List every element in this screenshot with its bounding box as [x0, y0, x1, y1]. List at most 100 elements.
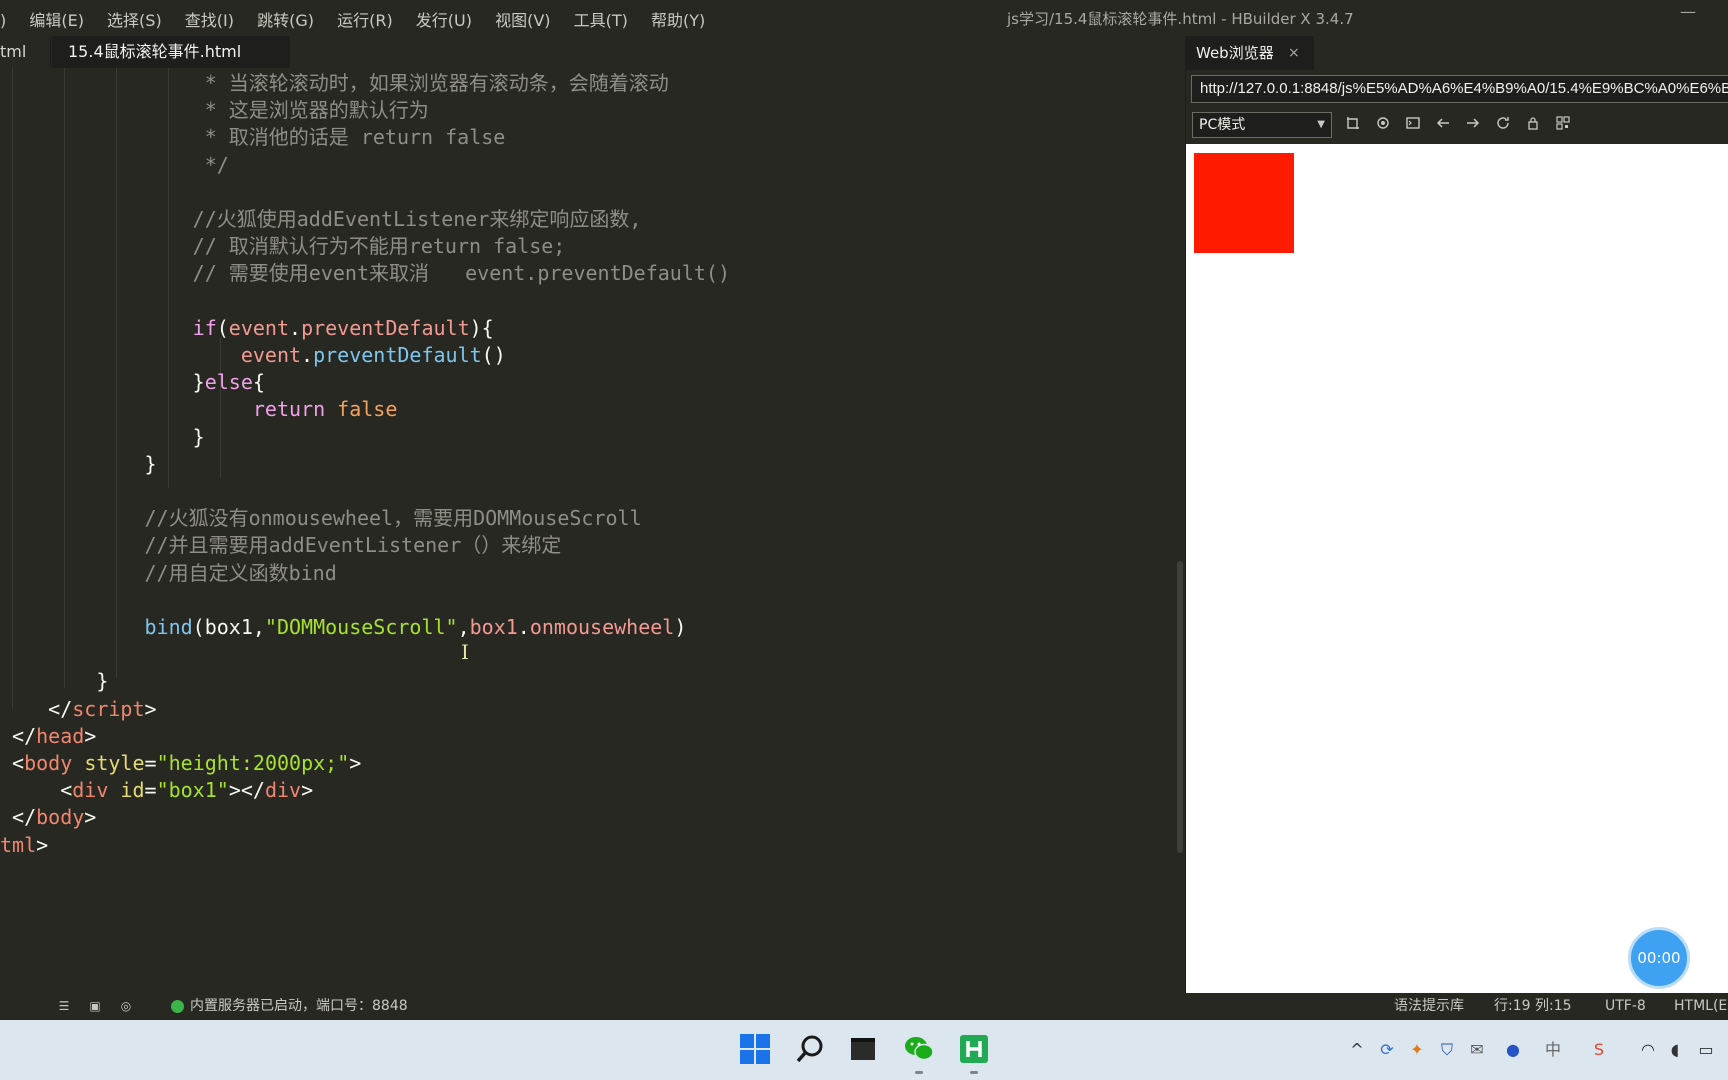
windows-start-icon[interactable] — [738, 1032, 772, 1066]
microphone-icon[interactable]: ● — [1502, 1039, 1524, 1061]
battery-icon[interactable]: ▭ — [1695, 1039, 1717, 1061]
window-title: js学习/15.4鼠标滚轮事件.html - HBuilder X 3.4.7 — [1007, 10, 1354, 28]
sync-icon[interactable]: ⟳ — [1376, 1039, 1398, 1061]
code-token: . — [517, 615, 530, 639]
timer-badge[interactable]: 00:00 — [1628, 927, 1690, 989]
browser-tab-bar: Web浏览器 × — [1186, 36, 1728, 70]
back-arrow-icon[interactable] — [1433, 116, 1453, 136]
code-editor[interactable]: * 当滚轮滚动时，如果浏览器有滚动条，会随着滚动 * 这是浏览器的默认行为 * … — [0, 68, 1185, 993]
menu-item-goto[interactable]: 跳转(G) — [257, 7, 314, 31]
mode-select-value: PC模式 — [1199, 117, 1246, 133]
code-token: } — [0, 424, 205, 449]
code-line: * 当滚轮滚动时，如果浏览器有滚动条，会随着滚动 — [0, 68, 669, 98]
minimize-button[interactable]: — — [1680, 2, 1696, 21]
settings-icon[interactable] — [1373, 116, 1393, 136]
taskbar: ^ ⟳ ✦ ⛉ ✉ ● 中 S ◠ ◖ ▭ — [0, 1020, 1728, 1080]
sogou-icon[interactable]: S — [1588, 1039, 1610, 1061]
hbuilder-icon[interactable] — [957, 1032, 991, 1074]
cursor-position[interactable]: 行:19 列:15 — [1494, 993, 1572, 1020]
browser-viewport[interactable]: 00:00 — [1186, 144, 1728, 993]
tab-previous-file[interactable]: tml — [0, 36, 51, 68]
code-token: "DOMMouseScroll" — [264, 615, 458, 639]
code-line: //并且需要用addEventListener（）来绑定 — [0, 530, 561, 560]
code-line: }else{ — [0, 367, 265, 397]
menu-item-publish[interactable]: 发行(U) — [416, 7, 472, 31]
screenshot-icon[interactable] — [1343, 116, 1363, 136]
tray-overflow-icon[interactable]: ^ — [1346, 1039, 1368, 1061]
code-token: () — [481, 343, 506, 367]
terminal-icon[interactable]: ▣ — [87, 998, 103, 1014]
code-token: </ — [0, 723, 37, 748]
code-token: "height:2000px;" — [156, 751, 350, 775]
code-token: > — [301, 778, 314, 803]
browser-icon[interactable]: ◎ — [118, 998, 134, 1014]
code-token: { — [252, 370, 265, 395]
server-status: 内置服务器已启动，端口号：8848 — [190, 998, 408, 1014]
code-line: } — [0, 449, 157, 479]
tab-active-file[interactable]: 15.4鼠标滚轮事件.html — [52, 36, 290, 68]
code-token: (box1, — [192, 615, 265, 639]
language-mode[interactable]: HTML(E — [1674, 993, 1727, 1020]
code-line: </body> — [0, 802, 96, 832]
syntax-library[interactable]: 语法提示库 — [1394, 993, 1464, 1020]
wechat-icon[interactable] — [902, 1032, 936, 1074]
volume-icon[interactable]: ◖ — [1664, 1039, 1686, 1061]
menu-item-find[interactable]: 查找(I) — [185, 7, 234, 31]
menu-item-view[interactable]: 视图(V) — [495, 7, 550, 31]
editor-scrollbar[interactable] — [1177, 561, 1183, 853]
mode-select[interactable]: PC模式 ▼ — [1192, 112, 1332, 138]
menu-item-edit[interactable]: 编辑(E) — [29, 7, 84, 31]
file-encoding[interactable]: UTF-8 — [1605, 993, 1646, 1020]
refresh-icon[interactable] — [1493, 116, 1513, 136]
code-line: tml> — [0, 830, 48, 860]
code-token: bind — [144, 615, 193, 639]
code-token: // 取消默认行为不能用return false; — [0, 234, 566, 259]
pinwheel-icon[interactable]: ✦ — [1406, 1039, 1428, 1061]
close-icon[interactable]: × — [1288, 36, 1300, 70]
code-token: < — [0, 751, 25, 775]
code-line: if(event.preventDefault){ — [0, 313, 494, 343]
code-line: <div id="box1"></div> — [0, 775, 313, 805]
code-token: > — [84, 723, 97, 748]
shield-icon[interactable]: ⛉ — [1436, 1039, 1458, 1061]
code-token: * 当滚轮滚动时，如果浏览器有滚动条，会随着滚动 — [0, 71, 669, 95]
menu-item-file-tail[interactable]: ) — [0, 11, 6, 30]
task-running-indicator — [970, 1071, 978, 1074]
code-line: } — [0, 422, 205, 452]
code-token: } — [0, 451, 157, 476]
menu-item-help[interactable]: 帮助(Y) — [651, 7, 705, 31]
code-line: </script> — [0, 694, 156, 724]
browser-tab-label: Web浏览器 — [1196, 44, 1274, 62]
code-token: box1 — [469, 615, 518, 639]
code-token: preventDefault — [313, 343, 482, 367]
console-icon[interactable] — [1403, 116, 1423, 136]
menu-item-run[interactable]: 运行(R) — [337, 7, 393, 31]
wifi-icon[interactable]: ◠ — [1637, 1039, 1659, 1061]
browser-tab[interactable]: Web浏览器 × — [1186, 36, 1314, 70]
input-method-icon[interactable]: 中 — [1542, 1039, 1564, 1061]
forward-arrow-icon[interactable] — [1463, 116, 1483, 136]
outline-icon[interactable]: ☰ — [56, 998, 72, 1014]
file-explorer-icon[interactable] — [846, 1032, 880, 1066]
qrcode-icon[interactable] — [1553, 116, 1573, 136]
code-token: < — [0, 778, 73, 803]
code-line: //用自定义函数bind — [0, 558, 336, 588]
mail-icon[interactable]: ✉ — [1466, 1039, 1488, 1061]
code-line: </head> — [0, 721, 96, 751]
code-line: return false — [0, 394, 398, 424]
code-token: //火狐没有onmousewheel，需要用DOMMouseScroll — [0, 506, 642, 531]
code-line: } — [0, 666, 108, 696]
lock-icon[interactable] — [1523, 116, 1543, 136]
menu-item-tools[interactable]: 工具(T) — [574, 7, 628, 31]
code-token: ( — [216, 315, 229, 340]
code-line: //火狐使用addEventListener来绑定响应函数, — [0, 204, 642, 234]
code-token: * 取消他的话是 return false — [0, 125, 506, 150]
menu-item-select[interactable]: 选择(S) — [107, 7, 162, 31]
url-input[interactable]: http://127.0.0.1:8848/js%E5%AD%A6%E4%B9%… — [1191, 75, 1728, 103]
search-icon[interactable] — [794, 1032, 828, 1066]
